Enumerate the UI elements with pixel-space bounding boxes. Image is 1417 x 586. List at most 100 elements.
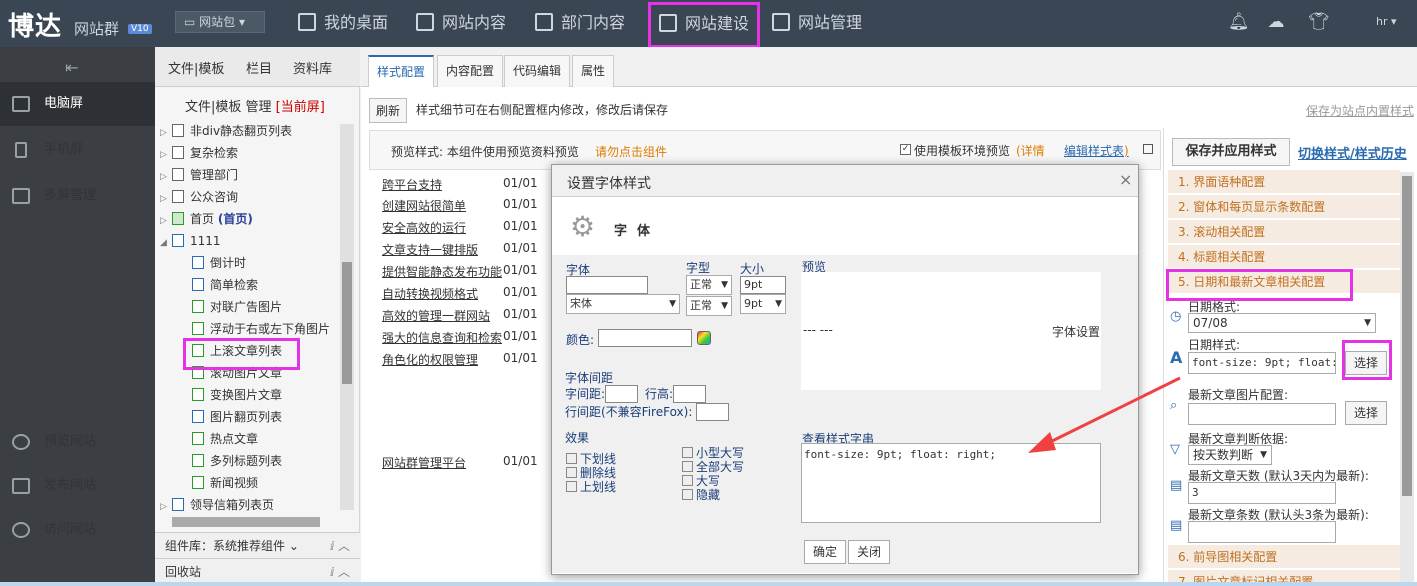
tree-sub-item[interactable]: 倒计时 [192, 252, 246, 274]
article-link[interactable]: 文章支持一键排版 [382, 241, 478, 258]
tree-sub-item[interactable]: 热点文章 [192, 428, 258, 450]
tree-item[interactable]: ◢ 1111 [160, 230, 221, 252]
tree-sub-item[interactable]: 浮动于右或左下角图片 [192, 318, 330, 340]
menu-visit-site[interactable]: 访问网站 [0, 508, 155, 552]
right-scroll-thumb[interactable] [1402, 176, 1412, 496]
settings-page-icon [772, 13, 790, 31]
menu-mobile-screen[interactable]: 手机屏 [0, 128, 155, 172]
menu-multi-screen[interactable]: 多屏管理 [0, 174, 155, 218]
tree-sub-item[interactable]: 简单检索 [192, 274, 258, 296]
save-apply-style-button[interactable]: 保存并应用样式 [1172, 138, 1290, 166]
latest-days-input[interactable]: 3 [1188, 482, 1336, 504]
section-scroll[interactable]: 3. 滚动相关配置 [1168, 220, 1400, 244]
tab-style-config[interactable]: 样式配置 [368, 55, 435, 87]
tab-columns[interactable]: 栏目 [246, 58, 272, 77]
close-button[interactable]: 关闭 [848, 540, 890, 564]
detail-link[interactable]: (详情 [1016, 142, 1045, 159]
tab-code-edit[interactable]: 代码编辑 [504, 55, 571, 87]
highlight-box [1166, 269, 1353, 301]
color-input[interactable] [598, 329, 692, 347]
nav-site-manage[interactable]: 网站管理 [772, 0, 862, 47]
component-library[interactable]: 组件库：系统推荐组件 ⌄ ⅈ ︿ [155, 532, 360, 558]
section-title[interactable]: 4. 标题相关配置 [1168, 245, 1400, 269]
tree-sub-item[interactable]: 多列标题列表 [192, 450, 282, 472]
size-select[interactable]: 9pt [740, 294, 786, 314]
close-icon[interactable]: × [1119, 170, 1132, 189]
section-lead-image[interactable]: 6. 前导图相关配置 [1168, 545, 1400, 569]
tree-item[interactable]: ▷ 非div静态翻页列表 [160, 120, 292, 142]
article-link[interactable]: 自动转换视频格式 [382, 285, 478, 302]
bell-icon[interactable]: 🔔︎ [1228, 12, 1250, 32]
size-input[interactable]: 9pt [740, 276, 786, 294]
char-spacing-label: 字间距: [565, 387, 606, 401]
menu-publish-site[interactable]: 发布网站 [0, 464, 155, 508]
site-select[interactable]: ▭ 网站包 ▾ [175, 11, 265, 33]
article-link[interactable]: 跨平台支持 [382, 176, 442, 193]
tab-properties[interactable]: 属性 [572, 55, 615, 87]
font-select[interactable]: 宋体 [566, 294, 680, 314]
article-link[interactable]: 提供智能静态发布功能 [382, 263, 502, 280]
cloud-icon[interactable]: ☁ [1266, 12, 1286, 32]
tab-content-config[interactable]: 内容配置 [437, 55, 504, 87]
tree-header: 文件|模板 管理 [当前屏] [185, 100, 325, 115]
tree-sub-item[interactable]: 对联广告图片 [192, 296, 282, 318]
effect-hidden[interactable]: 隐藏 [682, 486, 720, 503]
globe-icon [12, 522, 30, 538]
collapse-icon[interactable]: ⇤ [65, 58, 78, 77]
tree-sub-item[interactable]: 变换图片文章 [192, 384, 282, 406]
version-badge: V10 [128, 24, 152, 34]
tab-library[interactable]: 资料库 [293, 58, 332, 77]
article-link[interactable]: 强大的信息查询和检索 [382, 329, 502, 346]
annotation-arrow [1028, 376, 1181, 453]
menu-desktop-screen[interactable]: 电脑屏 [0, 82, 155, 126]
use-env-checkbox[interactable]: ✓ [900, 144, 911, 155]
ok-button[interactable]: 确定 [804, 540, 846, 564]
tree-sub-item[interactable]: 新闻视频 [192, 472, 258, 494]
article-link[interactable]: 高效的管理一群网站 [382, 307, 490, 324]
font-style-select[interactable]: 正常 [686, 275, 732, 295]
article-link[interactable]: 角色化的权限管理 [382, 351, 478, 368]
tab-files-templates[interactable]: 文件|模板 [168, 58, 224, 77]
date-format-select[interactable]: 07/08 ▼ [1188, 313, 1376, 333]
font-weight-select[interactable]: 正常 [686, 296, 732, 316]
tree-item[interactable]: ▷ 领导信箱列表页 [160, 494, 274, 516]
preview-dash: --- --- [803, 323, 833, 337]
tree-item[interactable]: ▷ 公众咨询 [160, 186, 238, 208]
article-link[interactable]: 安全高效的运行 [382, 219, 466, 236]
document-icon [172, 234, 184, 247]
menu-preview-site[interactable]: 预览网站 [0, 420, 155, 464]
tree-item[interactable]: ▷ 管理部门 [160, 164, 238, 186]
article-date: 01/01 [503, 285, 538, 299]
highlight-box [183, 338, 300, 370]
tree-item[interactable]: ▷ 复杂检索 [160, 142, 238, 164]
nav-site-build[interactable]: 网站建设 [648, 2, 761, 48]
monitor-icon [12, 96, 30, 112]
maximize-icon[interactable] [1143, 144, 1153, 154]
use-env-label: 使用模板环境预览 [914, 144, 1011, 158]
tree-sub-item[interactable]: 图片翻页列表 [192, 406, 282, 428]
color-picker-icon[interactable] [697, 331, 711, 345]
latest-count-input[interactable] [1188, 521, 1336, 543]
effect-overline[interactable]: 上划线 [566, 478, 616, 495]
font-type-label: 字型 [686, 261, 711, 275]
char-spacing-input[interactable] [605, 385, 638, 403]
switch-style-history-link[interactable]: 切换样式/样式历史 [1298, 143, 1407, 162]
nav-dept-content[interactable]: 部门内容 [535, 0, 625, 47]
shirt-icon[interactable]: 👕︎ [1308, 12, 1330, 32]
font-input[interactable] [566, 276, 648, 294]
article-link[interactable]: 网站群管理平台 [382, 454, 466, 471]
article-link[interactable]: 创建网站很简单 [382, 197, 466, 214]
nav-desktop[interactable]: 我的桌面 [298, 0, 388, 47]
refresh-button[interactable]: 刷新 [369, 98, 408, 123]
tree-scroll-thumb[interactable] [342, 262, 352, 384]
edit-stylesheet-link[interactable]: 编辑样式表) [1064, 142, 1129, 159]
save-as-builtin-link[interactable]: 保存为站点内置样式 [1306, 102, 1414, 119]
section-window[interactable]: 2. 窗体和每页显示条数配置 [1168, 195, 1400, 219]
tree-item-home[interactable]: ▷ 首页 (首页) [160, 208, 253, 230]
tree-h-scrollbar[interactable] [172, 517, 320, 527]
line-height-input[interactable] [673, 385, 706, 403]
nav-site-content[interactable]: 网站内容 [416, 0, 506, 47]
user-menu[interactable]: hr ▾ [1376, 15, 1397, 28]
section-language[interactable]: 1. 界面语种配置 [1168, 170, 1400, 194]
line-spacing-input[interactable] [696, 403, 729, 421]
